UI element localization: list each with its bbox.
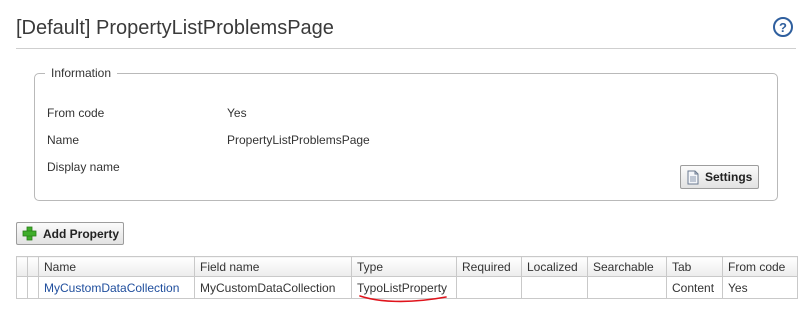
name-label: Name <box>47 133 80 147</box>
settings-button-label: Settings <box>705 170 753 184</box>
cell-from-code: Yes <box>722 276 798 299</box>
display-name-label: Display name <box>47 160 120 174</box>
add-property-button[interactable]: Add Property <box>16 222 124 245</box>
header-searchable[interactable]: Searchable <box>587 256 667 277</box>
title-divider <box>16 48 796 49</box>
cell-name[interactable]: MyCustomDataCollection <box>38 276 195 299</box>
header-name[interactable]: Name <box>38 256 195 277</box>
information-panel: Information <box>34 66 778 201</box>
header-type[interactable]: Type <box>351 256 457 277</box>
row-grip[interactable] <box>16 276 28 299</box>
header-required[interactable]: Required <box>456 256 522 277</box>
settings-button[interactable]: Settings <box>680 165 759 189</box>
cell-searchable <box>587 276 667 299</box>
cell-tab: Content <box>666 276 723 299</box>
header-localized[interactable]: Localized <box>521 256 588 277</box>
row-grip[interactable] <box>27 276 39 299</box>
cell-required <box>456 276 522 299</box>
header-grip <box>27 256 39 277</box>
header-tab[interactable]: Tab <box>666 256 723 277</box>
cell-localized <box>521 276 588 299</box>
red-annotation-underline <box>359 295 447 303</box>
table-header-row: Name Field name Type Required Localized … <box>16 256 798 277</box>
cell-field-name: MyCustomDataCollection <box>194 276 352 299</box>
svg-text:?: ? <box>779 20 787 35</box>
header-grip <box>16 256 28 277</box>
plus-icon <box>22 226 37 241</box>
name-value: PropertyListProblemsPage <box>227 133 370 147</box>
page-title: [Default] PropertyListProblemsPage <box>16 17 334 39</box>
header-field-name[interactable]: Field name <box>194 256 352 277</box>
information-legend: Information <box>51 66 112 80</box>
add-property-label: Add Property <box>43 226 120 241</box>
from-code-label: From code <box>47 106 105 120</box>
header-from-code[interactable]: From code <box>722 256 798 277</box>
property-name-link[interactable]: MyCustomDataCollection <box>44 281 179 295</box>
help-icon[interactable]: ? <box>773 17 793 37</box>
document-icon <box>687 170 699 184</box>
from-code-value: Yes <box>227 106 247 120</box>
